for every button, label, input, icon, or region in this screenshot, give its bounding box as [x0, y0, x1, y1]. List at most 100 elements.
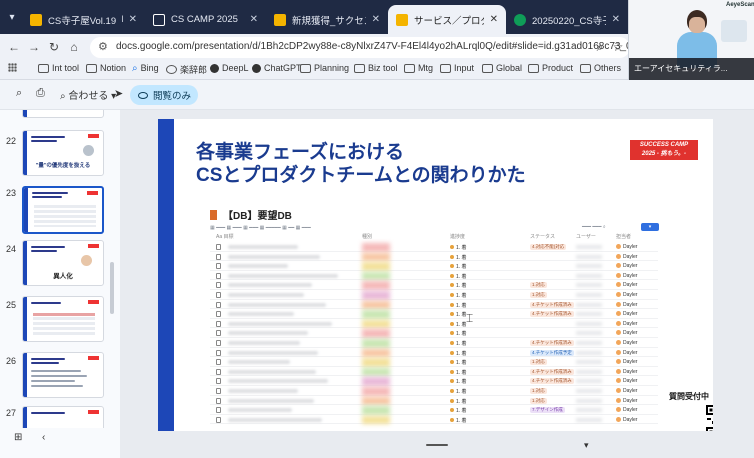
- back-arrow-icon[interactable]: ←: [6, 39, 22, 55]
- zoom-select[interactable]: ⌕ 合わせる ▾: [60, 87, 116, 102]
- apps-icon[interactable]: [8, 63, 20, 72]
- redacted-category: [362, 291, 390, 300]
- status-dot-icon: [450, 293, 454, 297]
- bookmark-dictionary[interactable]: 楽辞郎: [166, 63, 207, 76]
- status-cell: 1. 着: [450, 244, 467, 251]
- search-icon[interactable]: ⌕: [16, 87, 22, 100]
- slide-thumbnail-22[interactable]: "量"の優先度を抜える: [22, 130, 104, 176]
- status-dot-icon: [450, 417, 454, 422]
- page-icon: [216, 253, 221, 260]
- slide-thumbnail-24[interactable]: 異人化: [22, 240, 104, 286]
- bookmark-star-icon[interactable]: ☆: [610, 39, 626, 55]
- status-text: 1. 着: [456, 312, 467, 319]
- status-text: 1. 着: [456, 273, 467, 280]
- redacted-title: [228, 302, 326, 307]
- close-tab-icon[interactable]: ✕: [250, 14, 258, 25]
- column-header: 種別: [362, 234, 373, 240]
- assignee-name: Dayler: [623, 359, 638, 366]
- status-tag: 4.チケット作成済み: [530, 340, 574, 346]
- redacted-category: [362, 243, 390, 252]
- status-cell: 1. 着: [450, 407, 467, 414]
- bookmark-chatgpt[interactable]: ChatGPT: [252, 63, 302, 73]
- redacted-category: [362, 271, 390, 281]
- address-bar[interactable]: ⚙ docs.google.com/presentation/d/1Bh2cDP…: [90, 37, 648, 58]
- slide-number: 25: [6, 300, 17, 310]
- bookmark-biz-tool[interactable]: Biz tool: [354, 63, 398, 73]
- close-tab-icon[interactable]: ✕: [490, 14, 498, 25]
- status-cell: 1. 着: [450, 321, 467, 328]
- redacted-title: [228, 398, 314, 403]
- slide-filmstrip: 22 "量"の優先度を抜える 23 24 異人化 25 26 27: [0, 110, 120, 428]
- presenter-name: エーアイセキュリティラ...: [634, 64, 728, 73]
- redacted-title: [228, 264, 288, 269]
- home-icon[interactable]: ⌂: [66, 39, 82, 55]
- page-icon: [216, 397, 221, 404]
- table-row: 1. 着 4.チケット作成済み Dayler: [210, 339, 658, 348]
- close-tab-icon[interactable]: ✕: [129, 14, 137, 25]
- select-cursor-icon[interactable]: ➤: [114, 87, 123, 100]
- bookmark-others[interactable]: Others: [580, 63, 621, 73]
- badge-line-2: 2025 - 挑もう。-: [641, 151, 687, 157]
- collapse-chevron-icon[interactable]: ‹: [42, 432, 45, 443]
- filmstrip-scrollbar[interactable]: [110, 262, 114, 314]
- slide-thumbnail-26[interactable]: [22, 352, 104, 398]
- page-icon: [216, 340, 221, 346]
- bookmark-int-tool[interactable]: Int tool: [38, 63, 79, 73]
- tab-search-icon[interactable]: ▾: [4, 10, 20, 26]
- redacted-category: [362, 310, 390, 319]
- status-dot-icon: [450, 389, 454, 393]
- tab-1[interactable]: CS CAMP 2025 ✕: [145, 5, 266, 34]
- close-tab-icon[interactable]: ✕: [612, 14, 620, 25]
- view-only-button[interactable]: 閲覧のみ: [130, 85, 198, 105]
- tab-0[interactable]: CS寺子屋Vol.19「SUCCESS ✕: [22, 5, 145, 34]
- bookmark-deepl[interactable]: DeepL: [210, 63, 249, 73]
- thumb-text-line: [31, 385, 83, 387]
- bookmark-mtg[interactable]: Mtg: [404, 63, 433, 73]
- company-logo: AeyeScan: [726, 2, 754, 8]
- bookmark-notion[interactable]: Notion: [86, 63, 126, 73]
- bookmark-bing[interactable]: ⌕ Bing: [132, 63, 159, 73]
- notes-toggle-chevron-icon[interactable]: ▾: [584, 440, 589, 451]
- page-icon: [216, 311, 221, 318]
- forward-arrow-icon[interactable]: →: [26, 39, 42, 55]
- screen: ▾ CS寺子屋Vol.19「SUCCESS ✕ CS CAMP 2025 ✕ 新…: [0, 0, 754, 458]
- assignee-name: Dayler: [623, 282, 638, 289]
- redacted-user: [576, 293, 602, 297]
- print-icon[interactable]: ⎙: [36, 87, 45, 100]
- bookmark-product[interactable]: Product: [528, 63, 573, 73]
- redacted-category: [362, 281, 390, 290]
- table-row: 1. 着 4.チケット作成済み Dayler: [210, 310, 658, 319]
- slide-canvas-area: 各事業フェーズにおける CSとプロダクトチームとの関わりかた SUCCESS C…: [120, 110, 754, 458]
- close-tab-icon[interactable]: ✕: [372, 14, 380, 25]
- tab-4[interactable]: 20250220_CS寺子屋Vol.1 ✕: [506, 5, 628, 34]
- column-header: Aa 目標: [216, 234, 234, 240]
- slide-thumbnail-21[interactable]: [22, 110, 104, 118]
- assignee-cell: Dayler: [616, 311, 637, 317]
- reload-icon[interactable]: ↻: [46, 39, 62, 55]
- grid-view-icon[interactable]: ⊞: [14, 432, 22, 443]
- status-dot-icon: [450, 321, 454, 326]
- slide-thumbnail-25[interactable]: [22, 296, 104, 342]
- assignee-cell: Dayler: [616, 388, 637, 394]
- bookmark-global[interactable]: Global: [482, 63, 522, 73]
- zoom-magnifier-icon[interactable]: ⌕: [592, 39, 608, 55]
- page-icon: [216, 378, 221, 385]
- redacted-title: [228, 245, 298, 249]
- assignee-cell: Dayler: [616, 397, 637, 404]
- bookmark-planning[interactable]: Planning: [300, 63, 349, 73]
- column-header: 進捗度: [450, 234, 466, 240]
- avatar: [616, 378, 621, 384]
- bookmark-input[interactable]: Input: [440, 63, 474, 73]
- speaker-notes-handle[interactable]: [426, 444, 448, 446]
- dictionary-icon: [166, 65, 177, 74]
- tab-2[interactable]: 新規獲得_サクセスキャンプ ✕: [266, 5, 388, 34]
- status-cell: 1. 着: [450, 311, 467, 318]
- slide-thumbnail-27[interactable]: [22, 406, 104, 428]
- tab-title: 新規獲得_サクセスキャンプ: [292, 15, 366, 27]
- table-row: 1. 着 1.対応 Dayler: [210, 396, 658, 406]
- site-settings-icon[interactable]: ⚙: [98, 40, 108, 53]
- tab-3-active[interactable]: サービス／プロダクト開発_サクセス ✕: [388, 5, 506, 34]
- redacted-category: [362, 329, 390, 338]
- slide-number: 23: [6, 188, 17, 198]
- slide-thumbnail-23-selected[interactable]: [22, 186, 104, 234]
